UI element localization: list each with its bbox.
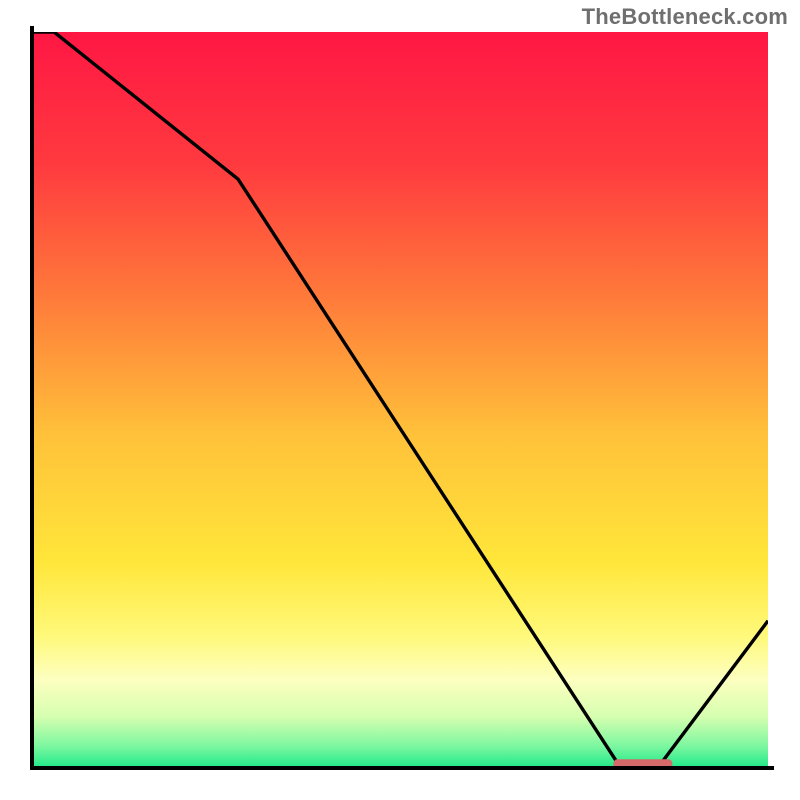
plot-background <box>32 32 768 768</box>
bottleneck-chart <box>0 0 800 800</box>
chart-container: TheBottleneck.com <box>0 0 800 800</box>
watermark-text: TheBottleneck.com <box>582 4 788 30</box>
